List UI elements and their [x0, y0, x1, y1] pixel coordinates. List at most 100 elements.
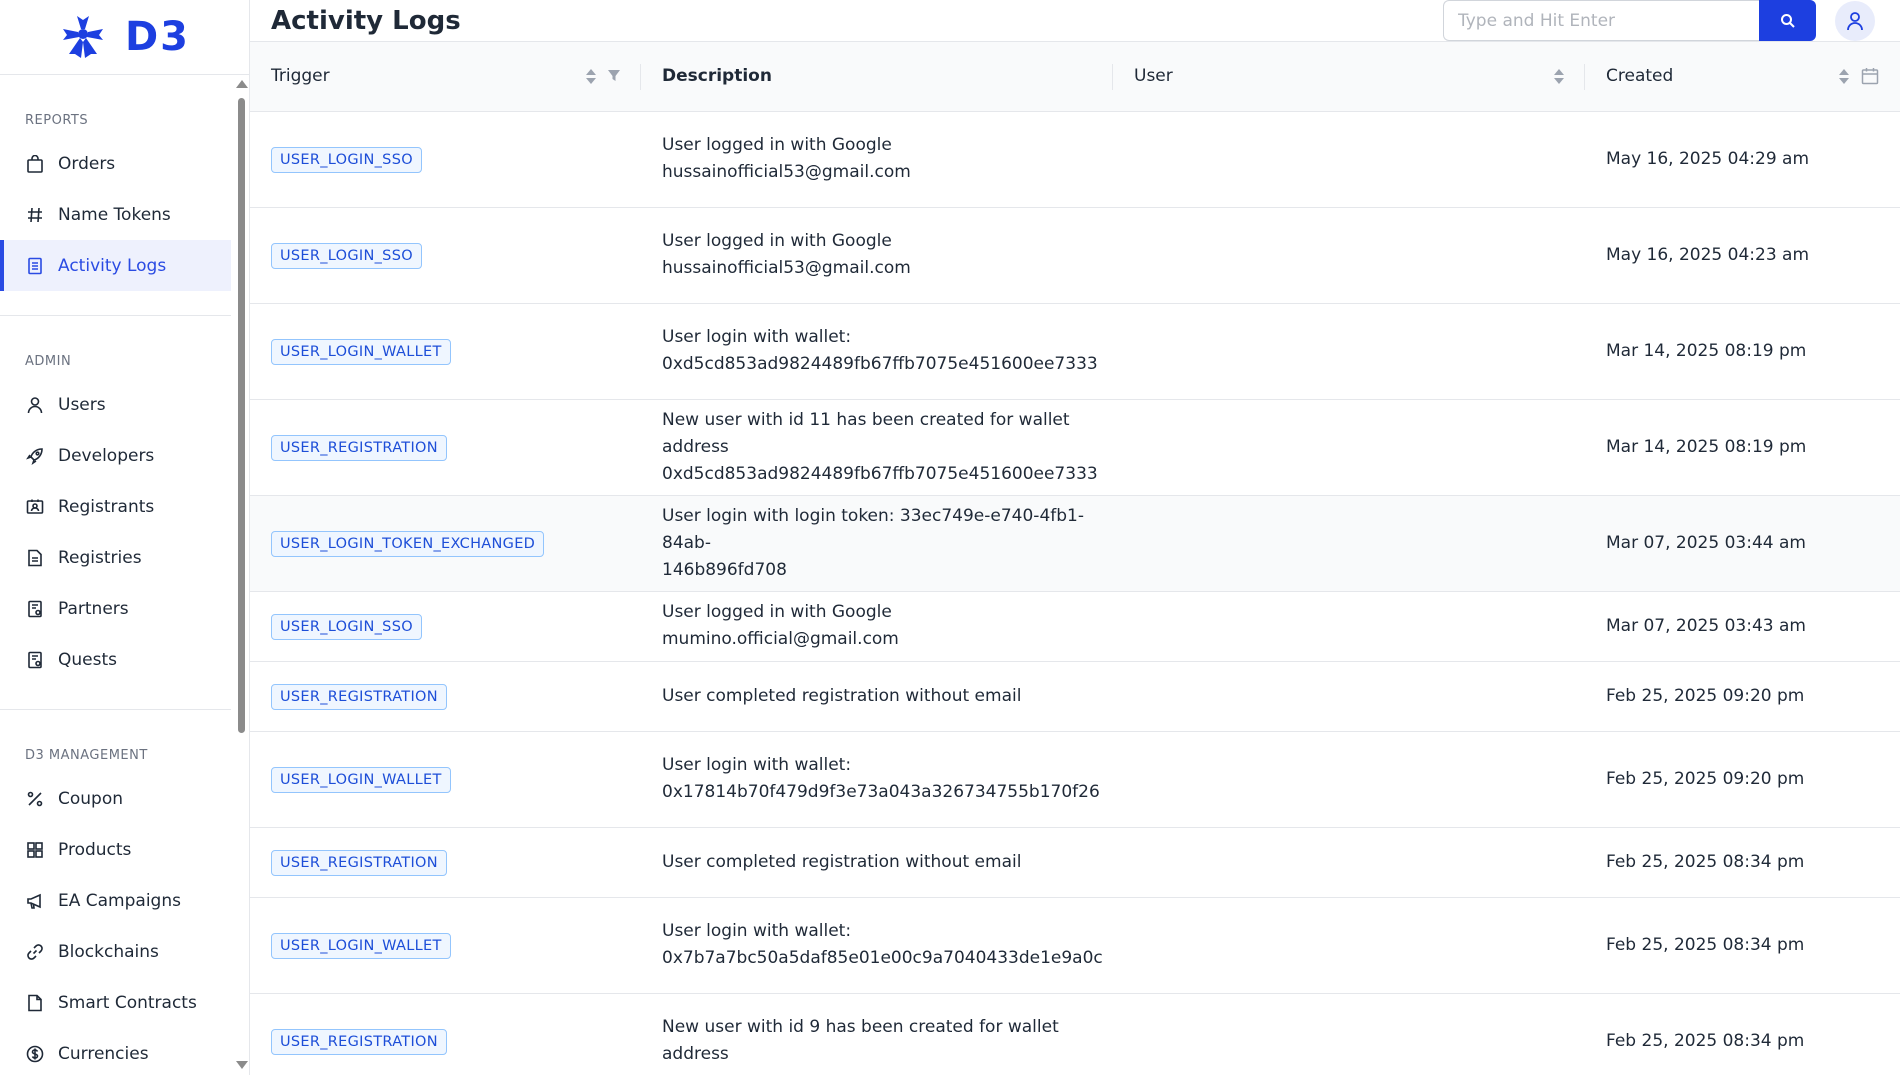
- sidebar-item-label: Name Tokens: [58, 204, 171, 225]
- sidebar-item-currencies[interactable]: Currencies: [0, 1028, 231, 1075]
- table-row[interactable]: USER_LOGIN_WALLET User login with wallet…: [250, 303, 1900, 399]
- sidebar-item-registrants[interactable]: Registrants: [0, 481, 231, 532]
- sidebar-item-users[interactable]: Users: [0, 379, 231, 430]
- sidebar-item-partners[interactable]: Partners: [0, 583, 231, 634]
- cell-description: User logged in with Google hussainofficia…: [641, 207, 1113, 303]
- table-row[interactable]: USER_LOGIN_SSO User logged in with Googl…: [250, 111, 1900, 207]
- cell-description: User logged in with Google hussainofficia…: [641, 111, 1113, 207]
- main-content: Activity Logs Trigger: [250, 0, 1900, 1075]
- search-button[interactable]: [1759, 0, 1816, 41]
- table-row[interactable]: USER_REGISTRATION New user with id 9 has…: [250, 993, 1900, 1075]
- section-title: D3 MANAGEMENT: [25, 748, 148, 763]
- sidebar-item-label: Products: [58, 839, 132, 860]
- cell-description: User completed registration without emai…: [641, 827, 1113, 897]
- cell-created: May 16, 2025 04:23 am: [1606, 244, 1810, 265]
- description-line: 0x7b7a7bc50a5daf85e01e00c9a7040433de1e9a…: [662, 948, 1103, 968]
- table-row[interactable]: USER_LOGIN_WALLET User login with wallet…: [250, 897, 1900, 993]
- table-row[interactable]: USER_REGISTRATION User completed registr…: [250, 827, 1900, 897]
- sidebar-item-activity-logs[interactable]: Activity Logs: [0, 240, 231, 291]
- table-row[interactable]: USER_REGISTRATION New user with id 11 ha…: [250, 399, 1900, 495]
- cell-user: [1113, 993, 1585, 1075]
- cell-description: User completed registration without emai…: [641, 661, 1113, 731]
- cell-created: Feb 25, 2025 08:34 pm: [1606, 1030, 1805, 1051]
- cell-trigger: USER_LOGIN_SSO: [250, 591, 641, 661]
- sidebar-item-label: Partners: [58, 598, 129, 619]
- description-line: User logged in with Google: [662, 135, 892, 155]
- topbar: Activity Logs: [250, 0, 1900, 42]
- cell-trigger: USER_REGISTRATION: [250, 399, 641, 495]
- sidebar-item-label: Orders: [58, 153, 116, 174]
- scroll-up-icon[interactable]: [236, 80, 248, 88]
- filter-icon[interactable]: [608, 70, 620, 82]
- description-line: New user with id 11 has been created for…: [662, 409, 1070, 457]
- sidebar-item-label: Blockchains: [58, 941, 159, 962]
- scroll-down-icon[interactable]: [236, 1061, 248, 1069]
- shopping-bag-icon: [25, 154, 45, 174]
- logo[interactable]: D3: [0, 0, 249, 75]
- hash-icon: [25, 205, 45, 225]
- sidebar-item-label: Coupon: [58, 788, 124, 809]
- section-admin: ADMIN Users Developers Registrants Regis…: [0, 316, 231, 710]
- sidebar-item-name-tokens[interactable]: Name Tokens: [0, 189, 231, 240]
- description-line: hussainofficial53@gmail.com: [662, 162, 911, 182]
- column-header-created: Created: [1585, 42, 1900, 111]
- cell-trigger: USER_LOGIN_WALLET: [250, 303, 641, 399]
- search-input[interactable]: [1443, 0, 1759, 41]
- sidebar-item-registries[interactable]: Registries: [0, 532, 231, 583]
- sidebar-item-ea-campaigns[interactable]: EA Campaigns: [0, 875, 231, 926]
- sidebar: D3 REPORTS Orders Name Tokens Activity L…: [0, 0, 250, 1075]
- description-line: User login with wallet:: [662, 921, 852, 941]
- sidebar-scrollbar[interactable]: [235, 80, 248, 1075]
- sort-icon[interactable]: [586, 68, 596, 84]
- cell-trigger: USER_REGISTRATION: [250, 827, 641, 897]
- cell-user: [1113, 591, 1585, 661]
- cell-description: User login with wallet: 0xd5cd853ad982448…: [641, 303, 1113, 399]
- description-line: New user with id 9 has been created for …: [662, 1017, 1059, 1064]
- table-row[interactable]: USER_LOGIN_SSO User logged in with Googl…: [250, 207, 1900, 303]
- section-reports: REPORTS Orders Name Tokens Activity Logs: [0, 75, 231, 316]
- cell-description: New user with id 11 has been created for…: [641, 399, 1113, 495]
- sidebar-item-label: Registries: [58, 547, 142, 568]
- description-line: User login with wallet:: [662, 755, 852, 775]
- sidebar-nav: REPORTS Orders Name Tokens Activity Logs…: [0, 75, 249, 1075]
- cell-description: New user with id 9 has been created for …: [641, 993, 1113, 1075]
- sidebar-item-coupon[interactable]: Coupon: [0, 773, 231, 824]
- table-row[interactable]: USER_LOGIN_SSO User logged in with Googl…: [250, 591, 1900, 661]
- description-line: User completed registration without emai…: [662, 851, 1022, 872]
- table-row[interactable]: USER_REGISTRATION User completed registr…: [250, 661, 1900, 731]
- table-row[interactable]: USER_LOGIN_WALLET User login with wallet…: [250, 731, 1900, 827]
- description-line: User logged in with Google mumino.offici…: [662, 602, 899, 649]
- rocket-icon: [25, 446, 45, 466]
- trigger-badge: USER_LOGIN_TOKEN_EXCHANGED: [271, 530, 545, 557]
- sidebar-item-developers[interactable]: Developers: [0, 430, 231, 481]
- column-header-user: User: [1113, 42, 1585, 111]
- sort-icon[interactable]: [1839, 68, 1849, 84]
- column-label: Trigger: [271, 66, 330, 87]
- sidebar-item-orders[interactable]: Orders: [0, 138, 231, 189]
- description-line: User logged in with Google: [662, 231, 892, 251]
- sidebar-item-smart-contracts[interactable]: Smart Contracts: [0, 977, 231, 1028]
- cell-user: [1113, 303, 1585, 399]
- calendar-icon[interactable]: [1861, 67, 1879, 85]
- clipboard-icon: [25, 599, 45, 619]
- sidebar-item-products[interactable]: Products: [0, 824, 231, 875]
- sort-icon[interactable]: [1554, 68, 1564, 84]
- sidebar-item-quests[interactable]: Quests: [0, 634, 231, 685]
- cell-user: [1113, 827, 1585, 897]
- cell-trigger: USER_LOGIN_SSO: [250, 207, 641, 303]
- cell-user: [1113, 207, 1585, 303]
- trigger-badge: USER_LOGIN_SSO: [271, 242, 422, 269]
- cell-trigger: USER_LOGIN_WALLET: [250, 897, 641, 993]
- section-title: REPORTS: [25, 113, 89, 128]
- page-title: Activity Logs: [271, 5, 461, 36]
- cell-trigger: USER_LOGIN_SSO: [250, 111, 641, 207]
- trigger-badge: USER_LOGIN_SSO: [271, 613, 422, 640]
- description-line: User login with wallet:: [662, 327, 852, 347]
- cell-created: Mar 07, 2025 03:44 am: [1606, 532, 1806, 553]
- cell-trigger: USER_LOGIN_WALLET: [250, 731, 641, 827]
- table-row[interactable]: USER_LOGIN_TOKEN_EXCHANGED User login wi…: [250, 495, 1900, 591]
- avatar[interactable]: [1835, 0, 1875, 41]
- scrollbar-thumb[interactable]: [238, 98, 245, 733]
- sidebar-item-blockchains[interactable]: Blockchains: [0, 926, 231, 977]
- trigger-badge: USER_LOGIN_WALLET: [271, 766, 451, 793]
